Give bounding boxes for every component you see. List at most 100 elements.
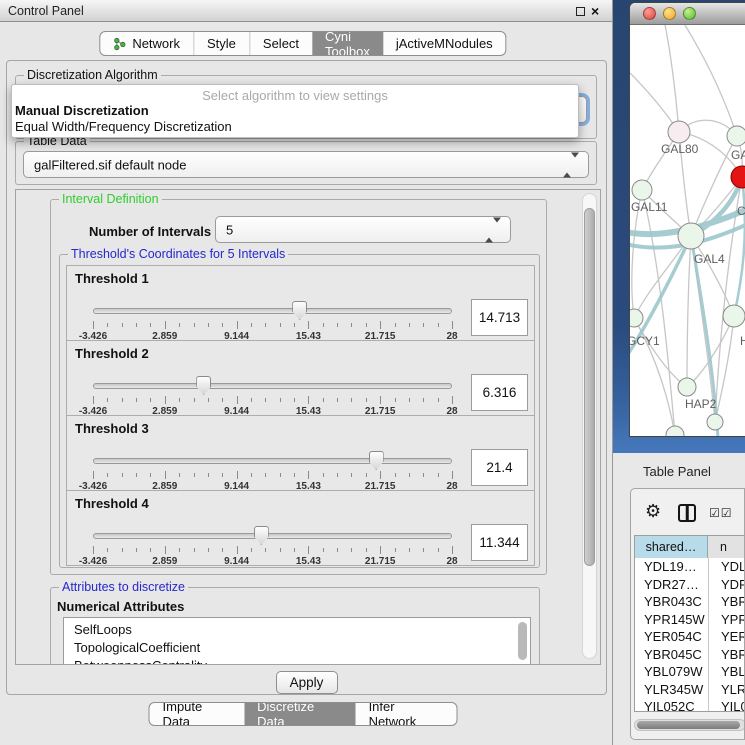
node-gal11[interactable]	[632, 180, 652, 200]
cell[interactable]: YBL0	[708, 663, 745, 681]
tab-jactivemnodules[interactable]: jActiveMNodules	[383, 32, 506, 55]
table-row[interactable]: YIL052CYIL0	[635, 698, 745, 712]
popup-option-equal-width-frequency[interactable]: Equal Width/Frequency Discretization	[12, 119, 578, 135]
tab-impute-data[interactable]: Impute Data	[150, 703, 245, 725]
tick-mark	[409, 398, 410, 402]
cell[interactable]: YIL052C	[635, 698, 708, 712]
cell[interactable]: YER054C	[635, 628, 708, 646]
node-gal4[interactable]	[678, 223, 704, 249]
tab-infer-network[interactable]: Infer Network	[356, 703, 457, 725]
cell[interactable]: YLR345W	[635, 681, 708, 699]
network-canvas[interactable]: GAL80 GA C GAL11 GAL4 GCY1 H HAP2	[630, 25, 745, 437]
list-scrollbar[interactable]	[518, 622, 527, 660]
cell[interactable]: YBR0	[708, 646, 745, 664]
cell[interactable]: YBR043C	[635, 593, 708, 611]
table-row[interactable]: YLR345WYLR3	[635, 681, 745, 699]
slider-track[interactable]	[93, 308, 452, 314]
node-gal80[interactable]	[668, 121, 690, 143]
threshold-label: Threshold 2	[75, 346, 149, 361]
threshold-3-slider[interactable]: -3.4262.8599.14415.4321.71528	[93, 450, 452, 490]
table-row[interactable]: YBR045CYBR0	[635, 646, 745, 664]
minimize-traffic-light[interactable]	[663, 7, 676, 20]
close-icon[interactable]: ×	[591, 2, 599, 20]
cell[interactable]: YBR045C	[635, 646, 708, 664]
gear-icon[interactable]: ⚙	[645, 501, 661, 522]
table-row[interactable]: YPR145WYPR1	[635, 611, 745, 629]
tab-select[interactable]: Select	[249, 32, 312, 55]
column-header-shared-name[interactable]: shared…	[635, 536, 708, 558]
threshold-4-slider[interactable]: -3.4262.8599.14415.4321.71528	[93, 525, 452, 565]
list-item[interactable]: BetweennessCentrality	[64, 657, 530, 665]
tick-mark	[438, 473, 439, 477]
cell[interactable]: YDL19…	[635, 558, 708, 576]
table-row[interactable]: YDL19…YDL1	[635, 558, 745, 576]
node-right-mid[interactable]	[723, 305, 745, 327]
cell[interactable]: YPR1	[708, 611, 745, 629]
popup-option-manual-discretization[interactable]: Manual Discretization	[12, 103, 578, 119]
threshold-1-slider[interactable]: -3.4262.8599.14415.4321.71528	[93, 300, 452, 340]
table-row[interactable]: YDR27…YDR2	[635, 576, 745, 594]
threshold-2-slider[interactable]: -3.4262.8599.14415.4321.71528	[93, 375, 452, 415]
threshold-1-value-field[interactable]: 14.713	[471, 299, 528, 336]
slider-track[interactable]	[93, 383, 452, 389]
split-view-icon[interactable]	[678, 504, 696, 522]
tick-mark	[237, 471, 238, 479]
list-item[interactable]: SelfLoops	[64, 618, 530, 639]
float-window-icon[interactable]	[576, 7, 585, 16]
list-item[interactable]: TopologicalCoefficient	[64, 639, 530, 657]
table-data-combobox[interactable]: galFiltered.sif default node	[23, 151, 589, 178]
node-top-right[interactable]	[727, 126, 745, 146]
cell[interactable]: YIL0	[708, 698, 745, 712]
node-bottom-left[interactable]	[666, 426, 684, 437]
slider-track[interactable]	[93, 458, 452, 464]
threshold-4-value-field[interactable]: 11.344	[471, 524, 528, 561]
horizontal-scrollbar[interactable]	[634, 719, 745, 731]
cell[interactable]: YLR3	[708, 681, 745, 699]
network-graph[interactable]: GAL80 GA C GAL11 GAL4 GCY1 H HAP2	[630, 25, 745, 437]
scrollbar-thumb[interactable]	[637, 721, 740, 729]
node-label: GA	[731, 148, 745, 162]
vertical-scrollbar[interactable]	[582, 193, 597, 659]
node-selected-red[interactable]	[731, 166, 745, 188]
tab-cyni-toolbox[interactable]: Cyni Toolbox	[312, 32, 383, 55]
tick-mark	[294, 473, 295, 477]
slider-tick-labels: -3.4262.8599.14415.4321.71528	[93, 556, 452, 567]
cell[interactable]: YBR0	[708, 593, 745, 611]
threshold-2-value-field[interactable]: 6.316	[471, 374, 528, 411]
select-columns-icon[interactable]: ☑☑	[709, 506, 733, 520]
network-nodes[interactable]	[630, 121, 745, 437]
threshold-3-value-field[interactable]: 21.4	[471, 449, 528, 486]
scrollbar-thumb[interactable]	[584, 208, 595, 566]
cell[interactable]: YBL079W	[635, 663, 708, 681]
close-traffic-light[interactable]	[643, 7, 656, 20]
cell[interactable]: YPR145W	[635, 611, 708, 629]
slider-thumb[interactable]	[254, 526, 269, 545]
slider-thumb[interactable]	[369, 451, 384, 470]
tab-style[interactable]: Style	[193, 32, 249, 55]
tick-mark	[366, 548, 367, 552]
tab-network[interactable]: Network	[100, 32, 193, 55]
slider-thumb[interactable]	[292, 301, 307, 320]
num-intervals-combobox[interactable]: 5	[215, 216, 511, 243]
slider-thumb[interactable]	[196, 376, 211, 395]
slider-track[interactable]	[93, 533, 452, 539]
cell[interactable]: YDR27…	[635, 576, 708, 594]
node-hap2[interactable]	[678, 378, 696, 396]
column-header-name[interactable]: n	[708, 536, 745, 558]
table-row[interactable]: YBL079WYBL0	[635, 663, 745, 681]
tab-label: Discretize Data	[257, 702, 342, 726]
cell[interactable]: YER0	[708, 628, 745, 646]
tab-discretize-data[interactable]: Discretize Data	[244, 703, 355, 725]
table-row[interactable]: YER054CYER0	[635, 628, 745, 646]
node-bottom[interactable]	[707, 414, 723, 430]
tab-label: Cyni Toolbox	[325, 31, 370, 56]
tick-label: 9.144	[224, 556, 249, 567]
table-row[interactable]: YBR043CYBR0	[635, 593, 745, 611]
zoom-traffic-light[interactable]	[683, 7, 696, 20]
node-gcy1[interactable]	[630, 309, 643, 327]
cell[interactable]: YDL1	[708, 558, 745, 576]
network-window-titlebar	[630, 3, 745, 25]
tick-mark	[150, 548, 151, 552]
apply-button[interactable]: Apply	[276, 671, 338, 694]
cell[interactable]: YDR2	[708, 576, 745, 594]
